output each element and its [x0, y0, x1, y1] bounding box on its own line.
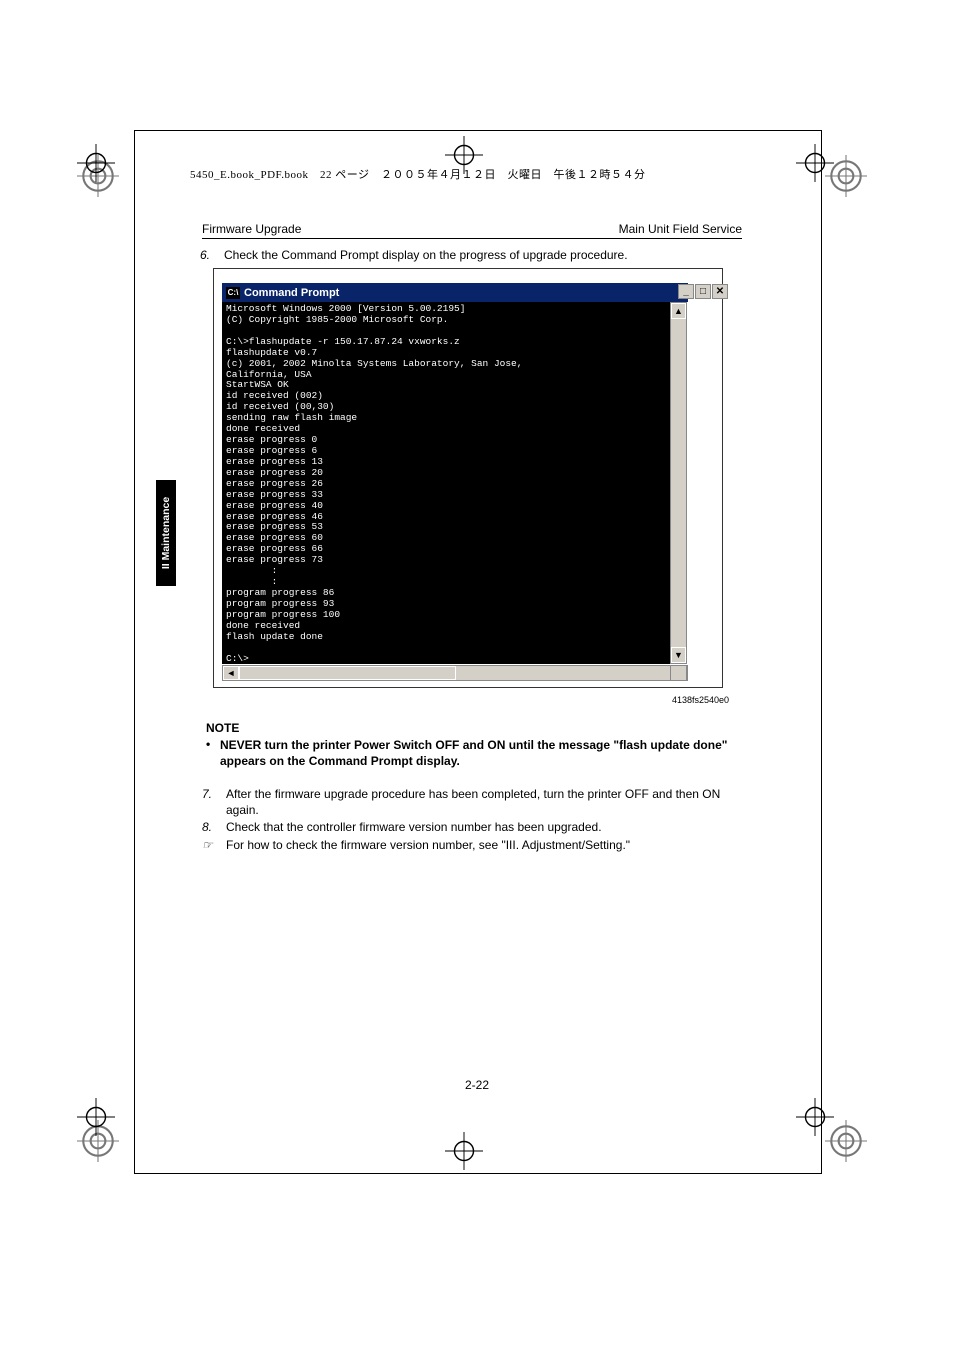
scroll-left-button[interactable]: ◄: [223, 666, 239, 680]
vertical-scrollbar[interactable]: ▲ ▼: [670, 302, 687, 664]
scroll-down-button[interactable]: ▼: [671, 647, 686, 663]
crop-mark: [77, 144, 115, 182]
maximize-button[interactable]: □: [695, 284, 711, 299]
step-ref: ☞ For how to check the firmware version …: [202, 837, 742, 853]
pointer-icon: ☞: [202, 837, 226, 853]
step-text: After the firmware upgrade procedure has…: [226, 786, 742, 818]
figure-label: 4138fs2540e0: [672, 695, 729, 705]
crop-mark: [77, 1098, 115, 1136]
minimize-button[interactable]: _: [678, 284, 694, 299]
section-tab: II Maintenance: [156, 480, 176, 586]
step-8: 8. Check that the controller firmware ve…: [202, 819, 742, 835]
step-text: For how to check the firmware version nu…: [226, 837, 742, 853]
step-number: 8.: [202, 819, 226, 835]
step-number: 7.: [202, 786, 226, 818]
command-prompt-output[interactable]: Microsoft Windows 2000 [Version 5.00.219…: [222, 302, 670, 664]
step-text: Check that the controller firmware versi…: [226, 819, 742, 835]
bullet-icon: •: [206, 737, 220, 769]
header-right: Main Unit Field Service: [619, 222, 742, 236]
note-block: NOTE • NEVER turn the printer Power Swit…: [206, 721, 746, 769]
note-text: NEVER turn the printer Power Switch OFF …: [220, 737, 746, 769]
steps-list: 7. After the firmware upgrade procedure …: [202, 786, 742, 854]
window-controls: _ □ ✕: [678, 284, 728, 299]
scroll-up-button[interactable]: ▲: [671, 303, 686, 319]
window-titlebar[interactable]: C:\ Command Prompt: [222, 283, 688, 302]
header-left: Firmware Upgrade: [202, 222, 301, 236]
note-title: NOTE: [206, 721, 746, 735]
book-meta-header: 5450_E.book_PDF.book 22 ページ ２００５年４月１２日 火…: [190, 166, 646, 182]
page-number: 2-22: [0, 1078, 954, 1092]
step-7: 7. After the firmware upgrade procedure …: [202, 786, 742, 818]
horizontal-scrollbar[interactable]: ◄ ►: [222, 665, 688, 681]
crop-mark: [445, 1132, 483, 1170]
crop-mark: [796, 1098, 834, 1136]
step-6: 6. Check the Command Prompt display on t…: [200, 248, 740, 262]
crop-mark: [796, 144, 834, 182]
section-tab-label: II Maintenance: [160, 497, 172, 569]
window-title: Command Prompt: [244, 287, 339, 299]
step-number: 6.: [200, 248, 224, 262]
cmd-icon: C:\: [226, 287, 240, 299]
step-text: Check the Command Prompt display on the …: [224, 248, 628, 262]
scroll-thumb[interactable]: [239, 666, 456, 680]
resize-grip[interactable]: [670, 665, 687, 681]
close-button[interactable]: ✕: [712, 284, 728, 299]
page-header: Firmware Upgrade Main Unit Field Service: [202, 222, 742, 239]
